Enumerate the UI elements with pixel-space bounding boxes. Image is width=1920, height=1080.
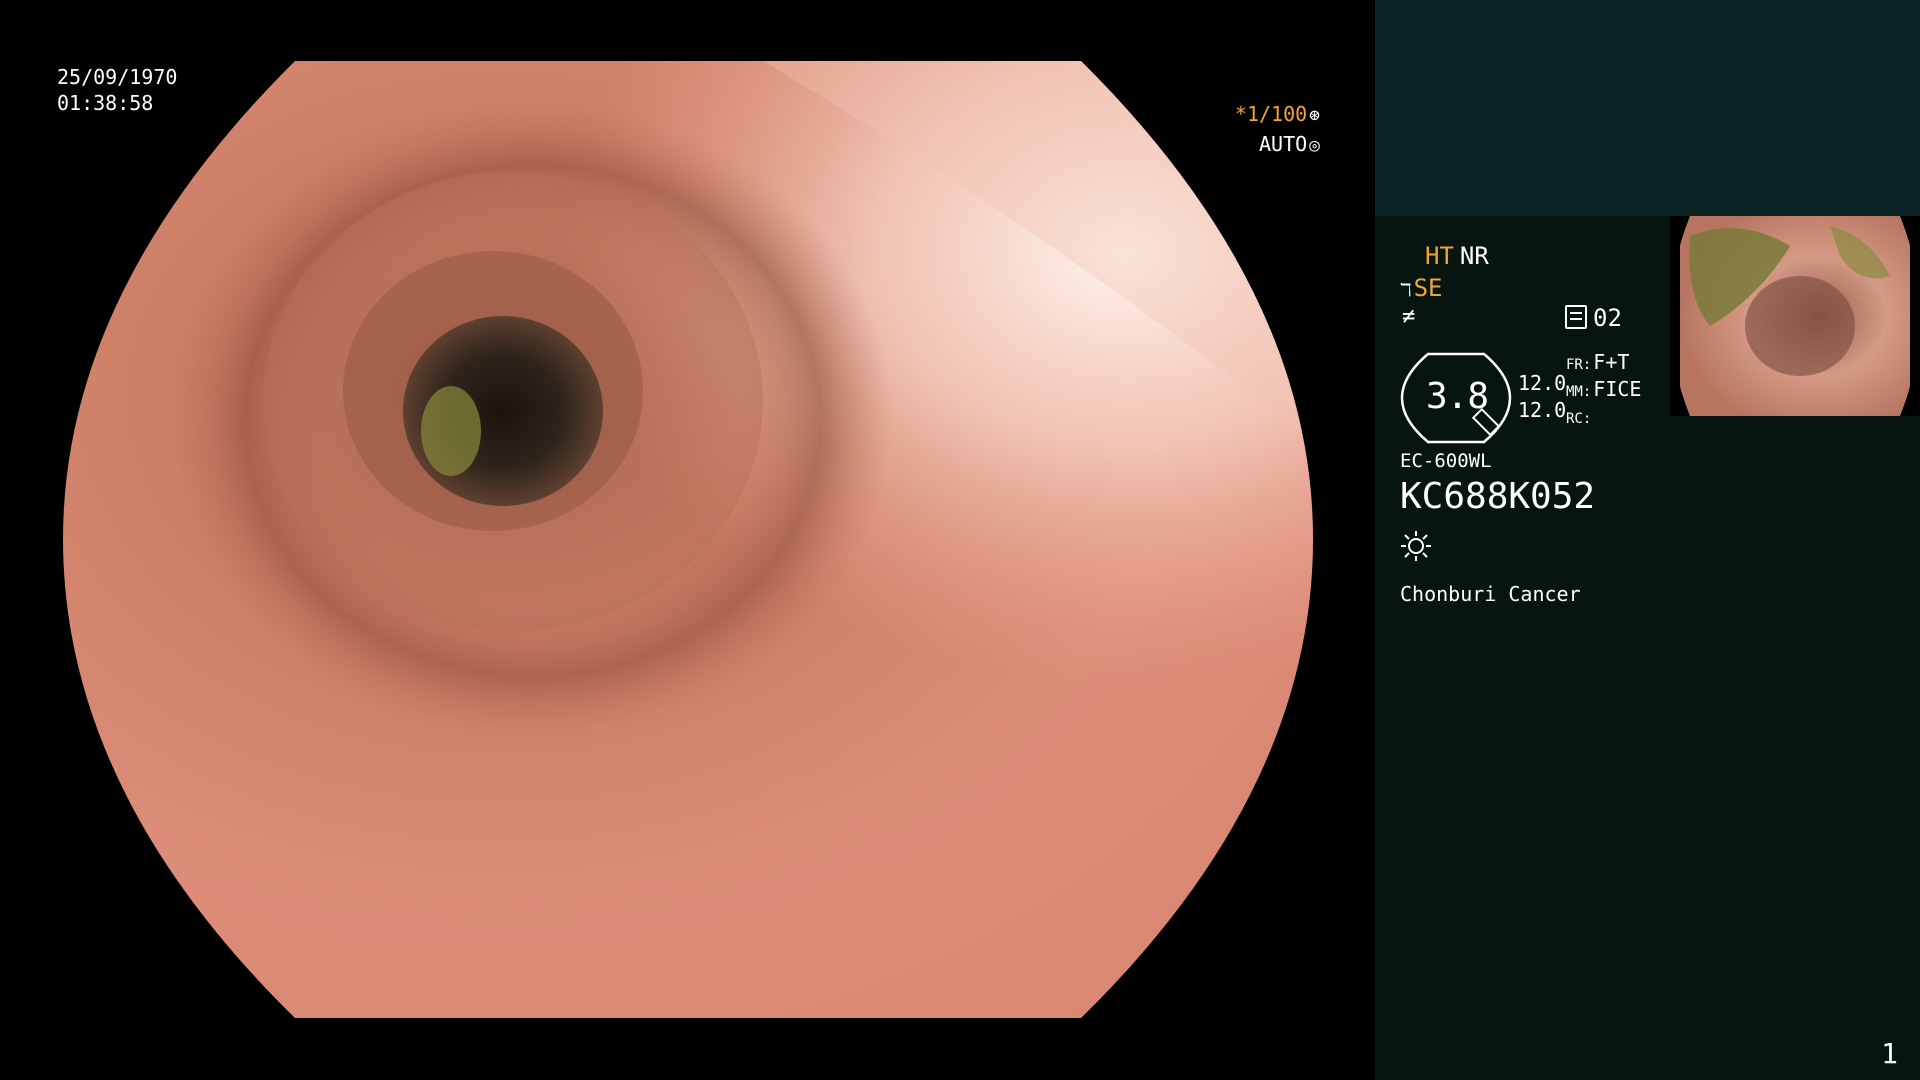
iris-icon: ◎ bbox=[1309, 135, 1320, 156]
info-panel-header bbox=[1375, 0, 1920, 216]
page-number: 1 bbox=[1881, 1037, 1898, 1070]
time-text: 01:38:58 bbox=[57, 91, 154, 115]
iris-mode: AUTO bbox=[1258, 132, 1308, 156]
ht-nr-row: HT NR bbox=[1425, 242, 1489, 270]
scope-serial: KC688K052 bbox=[1400, 476, 1596, 517]
scope-model: EC-600WL bbox=[1400, 450, 1492, 472]
gauge-numbers: 12.0 12.0 bbox=[1518, 370, 1566, 424]
shutter-speed: *1/100 bbox=[1234, 102, 1308, 126]
memo-row: 02 bbox=[1565, 304, 1622, 332]
mode-labels: FR: F+T MM: FICE RC: bbox=[1566, 350, 1641, 431]
fr-label: FR: bbox=[1566, 357, 1592, 373]
value-2: 12.0 bbox=[1518, 398, 1567, 422]
date-text: 25/09/1970 bbox=[57, 65, 178, 89]
rc-label: RC: bbox=[1566, 411, 1592, 427]
ht-label: HT bbox=[1425, 242, 1454, 270]
endoscopic-image bbox=[63, 61, 1313, 1018]
mm-row: MM: FICE bbox=[1566, 377, 1641, 404]
hospital-name: Chonburi Cancer bbox=[1400, 582, 1581, 606]
noise-filter-icon: ≠ bbox=[1402, 304, 1416, 329]
structure-enhance-icon: ℸ bbox=[1400, 280, 1412, 301]
mm-value: FICE bbox=[1593, 377, 1642, 401]
timestamp: 25/09/1970 01:38:58 bbox=[57, 64, 177, 116]
se-label: SE bbox=[1413, 274, 1443, 302]
aperture-icon: ⊛ bbox=[1309, 105, 1320, 126]
zoom-gauge: 3.8 bbox=[1400, 352, 1512, 444]
nr-label: NR bbox=[1459, 242, 1489, 270]
se-row: ℸSE bbox=[1400, 274, 1443, 302]
memo-number: 02 bbox=[1593, 304, 1622, 332]
mm-label: MM: bbox=[1566, 384, 1592, 400]
rc-row: RC: bbox=[1566, 404, 1641, 431]
value-1: 12.0 bbox=[1518, 371, 1567, 395]
gauge-value: 3.8 bbox=[1426, 376, 1489, 417]
light-source-icon bbox=[1400, 530, 1432, 562]
settings-block: HT NR ℸSE ≠ 02 3.8 12.0 12.0 FR: F+T MM: FI… bbox=[1400, 240, 1700, 640]
endoscopy-screen: 25/09/1970 01:38:58 *1/100 ⊛ AUTO ◎ HT NR ℸ… bbox=[0, 0, 1920, 1080]
thumbnail-image[interactable] bbox=[1670, 216, 1920, 416]
fr-value: F+T bbox=[1593, 350, 1630, 374]
memo-icon bbox=[1565, 305, 1587, 329]
fr-row: FR: F+T bbox=[1566, 350, 1641, 377]
exposure-info: *1/100 ⊛ AUTO ◎ bbox=[1180, 100, 1320, 160]
